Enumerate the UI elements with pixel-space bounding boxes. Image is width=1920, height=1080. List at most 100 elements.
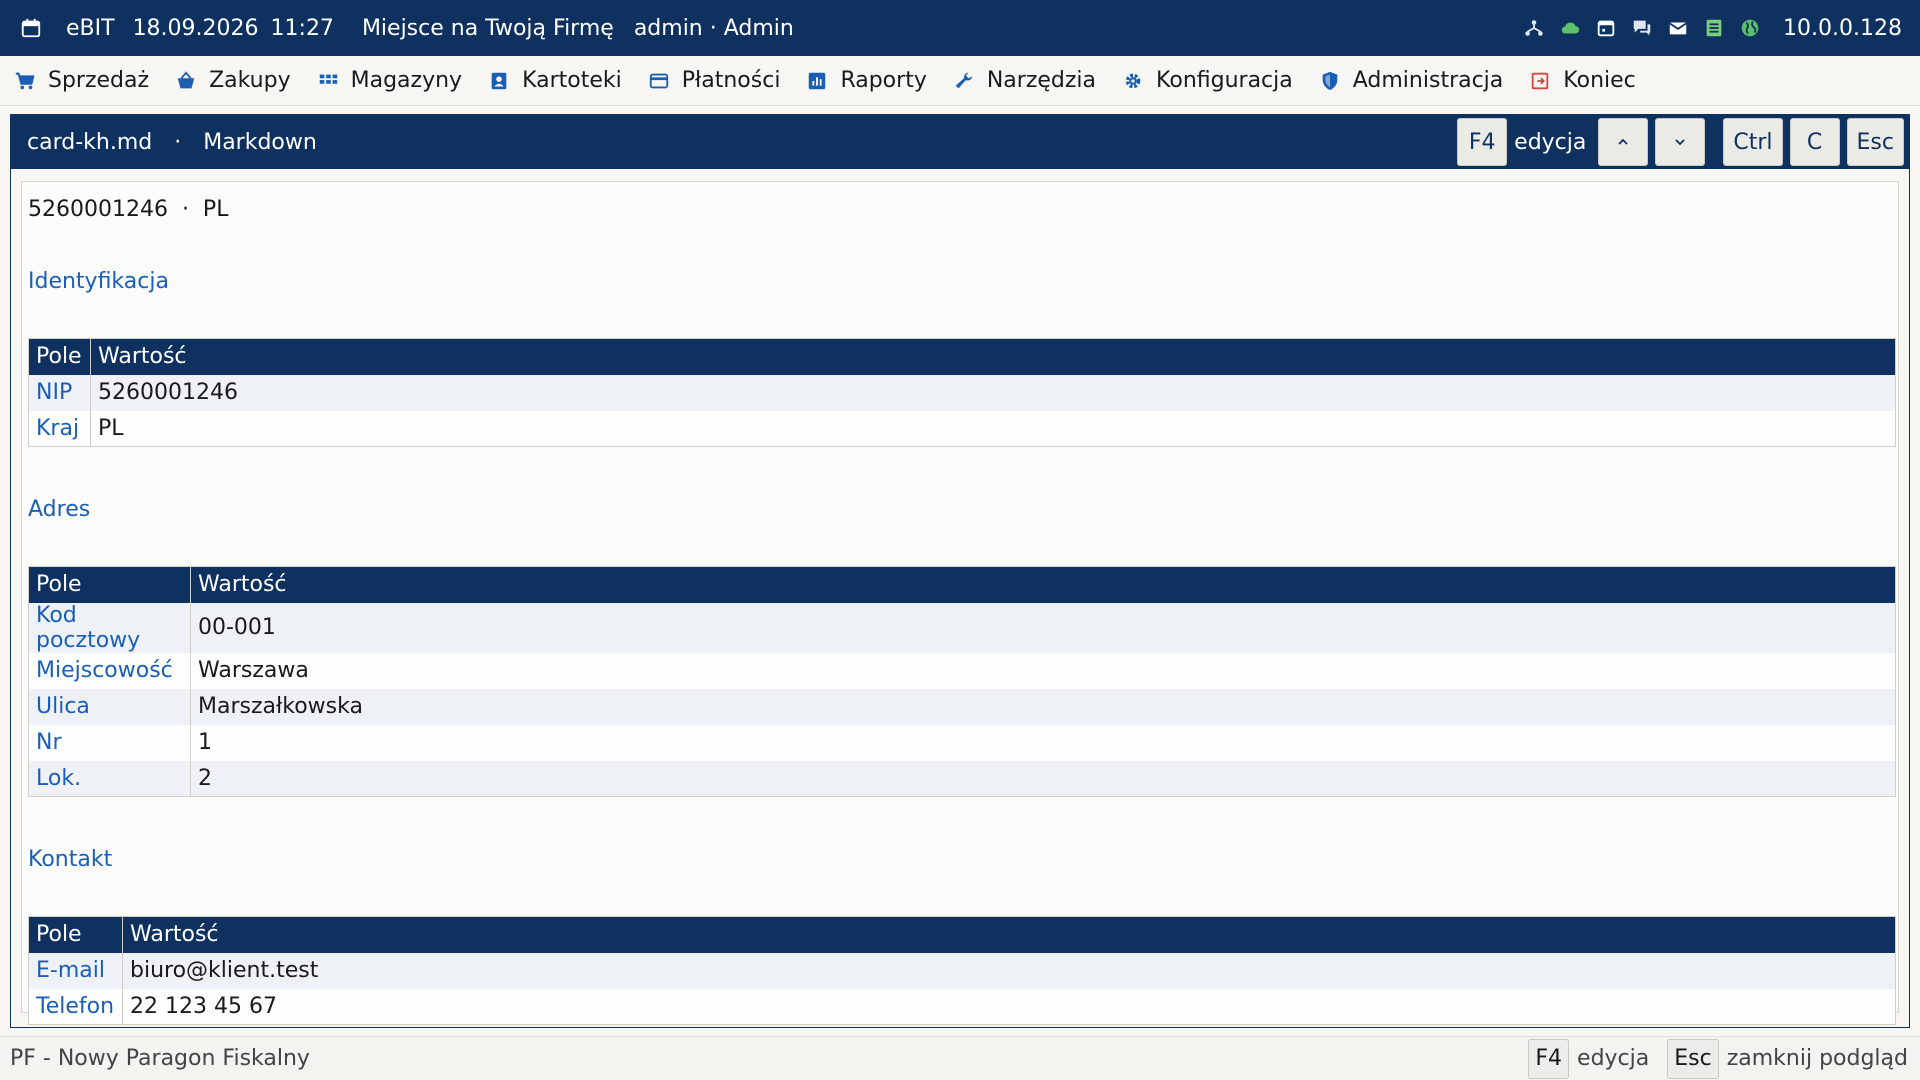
table-row: Kraj PL (28, 410, 1896, 447)
ip-address: 10.0.0.128 (1783, 15, 1902, 41)
calendar-icon[interactable] (1595, 17, 1617, 39)
list-icon[interactable] (1703, 17, 1725, 39)
calendar-icon[interactable] (20, 17, 42, 39)
edit-label: edycja (1514, 129, 1587, 155)
table-header-row: Pole Wartość (28, 566, 1896, 603)
value-cell: Warszawa (190, 652, 1896, 689)
esc-shortcut-label: zamknij podgląd (1726, 1046, 1908, 1071)
section-title-adres: Adres (28, 497, 91, 522)
menu-item-label: Zakupy (209, 68, 291, 93)
mail-icon[interactable] (1667, 17, 1689, 39)
app-name: eBIT (66, 15, 115, 41)
table-row: Telefon 22 123 45 67 (28, 988, 1896, 1025)
cloud-icon[interactable] (1559, 17, 1581, 39)
chevron-up-icon (1618, 138, 1629, 145)
menu-item-label: Sprzedaż (48, 68, 150, 93)
menu-item-magazyny[interactable]: Magazyny (317, 68, 462, 93)
table-identyfikacja: Pole Wartość NIP 5260001246 Kraj PL (28, 338, 1896, 447)
file-name: card-kh.md (27, 129, 153, 155)
copy-key-button[interactable]: C (1789, 118, 1840, 166)
column-header-pole: Pole (28, 338, 91, 375)
table-header-row: Pole Wartość (28, 338, 1896, 375)
menu-item-platnosci[interactable]: Płatności (648, 68, 781, 93)
wrench-icon (955, 72, 973, 88)
field-cell: Miejscowość (28, 652, 191, 689)
field-cell: Ulica (28, 688, 191, 725)
globe-icon[interactable] (1739, 17, 1761, 39)
value-cell: 5260001246 (90, 374, 1896, 411)
column-header-wartosc: Wartość (90, 338, 1896, 375)
menu-item-label: Koniec (1563, 68, 1636, 93)
title-bar: eBIT 18.09.2026 11:27 Miejsce na Twoją F… (0, 0, 1920, 56)
panel-controls: F4 edycja Ctrl C Esc (1457, 118, 1904, 166)
f4-key-button[interactable]: F4 (1457, 118, 1508, 166)
company-name: Miejsce na Twoją Firmę (361, 15, 614, 41)
table-row: Lok. 2 (28, 760, 1896, 797)
contacts-icon (491, 72, 507, 89)
menu-item-konfiguracja[interactable]: Konfiguracja (1122, 68, 1293, 93)
section-title-identyfikacja: Identyfikacja (28, 269, 169, 294)
menu-item-sprzedaz[interactable]: Sprzedaż (14, 68, 149, 93)
table-row: Ulica Marszałkowska (28, 688, 1896, 725)
column-header-wartosc: Wartość (122, 916, 1896, 953)
table-row: Miejscowość Warszawa (28, 652, 1896, 689)
value-cell: 1 (190, 724, 1896, 761)
file-mode: Markdown (203, 129, 317, 155)
network-icon[interactable] (1523, 17, 1545, 39)
status-shortcuts: F4 edycja Esc zamknij podgląd (1528, 1038, 1908, 1079)
field-cell: Lok. (28, 760, 191, 797)
esc-key-button[interactable]: Esc (1846, 118, 1904, 166)
menu-item-label: Administracja (1352, 68, 1504, 93)
table-kontakt: Pole Wartość E-mail biuro@klient.test Te… (28, 916, 1896, 1025)
status-icons: 10.0.0.128 (1523, 16, 1902, 41)
chart-icon (809, 72, 826, 89)
menu-item-label: Kartoteki (522, 68, 622, 93)
chat-icon[interactable] (1631, 17, 1653, 39)
menu-item-label: Raporty (840, 68, 927, 93)
f4-shortcut-button[interactable]: F4 (1528, 1038, 1570, 1079)
value-cell: PL (90, 410, 1896, 447)
ctrl-key-button[interactable]: Ctrl (1723, 118, 1783, 166)
field-cell: Kraj (28, 410, 91, 447)
panel-header: card-kh.md · Markdown F4 edycja Ctrl C E… (11, 115, 1909, 169)
menu-item-zakupy[interactable]: Zakupy (175, 68, 291, 93)
field-cell: E-mail (28, 952, 123, 989)
field-cell: Nr (28, 724, 191, 761)
main-menu: Sprzedaż Zakupy Magazyny Kartoteki Płatn… (0, 56, 1920, 106)
status-text: PF - Nowy Paragon Fiskalny (10, 1046, 310, 1071)
basket-icon (177, 70, 195, 88)
menu-item-label: Narzędzia (986, 68, 1097, 93)
menu-item-koniec[interactable]: Koniec (1529, 68, 1636, 93)
user-name: admin · Admin (633, 15, 794, 41)
menu-item-label: Płatności (681, 68, 781, 93)
scroll-down-button[interactable] (1655, 118, 1706, 166)
table-row: Kod pocztowy 00-001 (28, 602, 1896, 653)
field-cell: Telefon (28, 988, 123, 1025)
status-bar: PF - Nowy Paragon Fiskalny F4 edycja Esc… (0, 1036, 1920, 1080)
value-cell: biuro@klient.test (122, 952, 1896, 989)
markdown-preview: 5260001246 · PL Identyfikacja Pole Warto… (21, 181, 1899, 1025)
menu-item-kartoteki[interactable]: Kartoteki (488, 68, 622, 93)
exit-icon (1532, 72, 1549, 89)
table-row: Nr 1 (28, 724, 1896, 761)
value-cell: 22 123 45 67 (122, 988, 1896, 1025)
id-line: 5260001246 · PL (28, 197, 229, 222)
field-cell: NIP (28, 374, 91, 411)
scroll-up-button[interactable] (1598, 118, 1649, 166)
chevron-down-icon (1675, 139, 1686, 146)
current-date: 18.09.2026 (132, 15, 259, 41)
menu-item-narzedzia[interactable]: Narzędzia (953, 68, 1096, 93)
card-icon (649, 73, 668, 88)
table-adres: Pole Wartość Kod pocztowy 00-001 Miejsco… (28, 566, 1896, 797)
table-header-row: Pole Wartość (28, 916, 1896, 953)
table-row: E-mail biuro@klient.test (28, 952, 1896, 989)
value-cell: 2 (190, 760, 1896, 797)
section-title-kontakt: Kontakt (28, 847, 113, 872)
cart-icon (15, 72, 35, 89)
menu-item-label: Konfiguracja (1156, 68, 1293, 93)
field-cell: Kod pocztowy (28, 602, 191, 653)
esc-shortcut-button[interactable]: Esc (1667, 1038, 1719, 1079)
menu-item-raporty[interactable]: Raporty (806, 68, 927, 93)
menu-item-administracja[interactable]: Administracja (1319, 68, 1504, 93)
preview-panel: card-kh.md · Markdown F4 edycja Ctrl C E… (10, 114, 1910, 1028)
